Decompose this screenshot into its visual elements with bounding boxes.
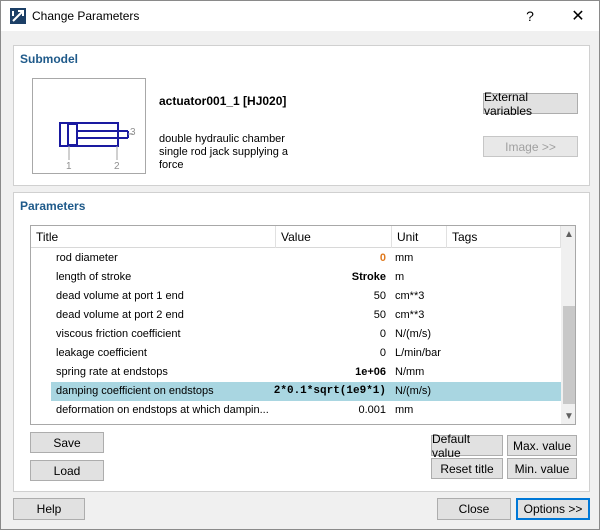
app-icon <box>10 8 26 24</box>
external-variables-button[interactable]: External variables <box>483 90 578 118</box>
table-row[interactable]: deformation on endstops at which dampin.… <box>51 401 561 420</box>
help-button[interactable]: Help <box>13 498 85 520</box>
row-unit: cm**3 <box>395 309 425 321</box>
row-unit: m <box>395 271 405 283</box>
column-header-title[interactable]: Title <box>31 226 276 248</box>
row-value[interactable]: Stroke <box>271 268 386 287</box>
scrollbar-thumb[interactable] <box>563 306 575 404</box>
submodel-group-title: Submodel <box>20 52 79 66</box>
close-icon[interactable]: ✕ <box>561 1 595 31</box>
max-value-button[interactable]: Max. value <box>507 435 577 456</box>
row-value[interactable]: 50 <box>271 287 386 306</box>
help-title-button[interactable]: ? <box>513 1 547 31</box>
row-unit: N/(m/s) <box>395 328 432 340</box>
submodel-description: double hydraulic chamber single rod jack… <box>159 133 289 171</box>
row-unit: L/min/bar <box>395 347 441 359</box>
table-row-selected[interactable]: damping coefficient on endstops 2*0.1*sq… <box>51 382 561 401</box>
row-title: damping coefficient on endstops <box>56 385 214 397</box>
scroll-up-icon[interactable]: ▲ <box>561 226 575 242</box>
row-title: dead volume at port 2 end <box>56 309 184 321</box>
parameters-group: Parameters Title Value Unit Tags rod dia… <box>13 192 590 492</box>
vertical-scrollbar[interactable]: ▲ ▼ <box>561 226 575 424</box>
reset-title-button[interactable]: Reset title <box>431 458 503 479</box>
window-title: Change Parameters <box>32 9 140 23</box>
row-title: length of stroke <box>56 271 132 283</box>
row-value[interactable]: 1e+06 <box>271 363 386 382</box>
row-title: rod diameter <box>56 252 118 264</box>
submodel-name: actuator001_1 [HJ020] <box>159 94 287 108</box>
row-value[interactable]: 0 <box>271 344 386 363</box>
submodel-group: Submodel 1 2 3 actuator001_1 [HJ020] dou… <box>13 45 590 186</box>
row-value[interactable]: 0.001 <box>271 401 386 420</box>
table-header: Title Value Unit Tags <box>31 226 561 248</box>
row-value[interactable]: 2*0.1*sqrt(1e9*1) <box>271 382 386 401</box>
row-value[interactable]: 50 <box>271 306 386 325</box>
image-button[interactable]: Image >> <box>483 136 578 157</box>
scroll-down-icon[interactable]: ▼ <box>561 408 575 424</box>
min-value-button[interactable]: Min. value <box>507 458 577 479</box>
parameters-group-title: Parameters <box>20 199 86 213</box>
change-parameters-dialog: Change Parameters ? ✕ Submodel 1 2 3 act… <box>0 0 600 530</box>
column-header-tags[interactable]: Tags <box>447 226 561 248</box>
row-title: spring rate at endstops <box>56 366 168 378</box>
default-value-button[interactable]: Default value <box>431 432 503 460</box>
row-unit: mm <box>395 404 414 416</box>
table-row[interactable]: dead volume at port 1 end 50 cm**3 <box>51 287 561 306</box>
row-title: dead volume at port 1 end <box>56 290 184 302</box>
port-3-label: 3 <box>130 127 136 138</box>
close-button[interactable]: Close <box>437 498 511 520</box>
column-header-unit[interactable]: Unit <box>392 226 447 248</box>
actuator-schematic-icon <box>59 122 133 160</box>
row-unit: mm <box>395 252 414 264</box>
table-row[interactable]: spring rate at endstops 1e+06 N/mm <box>51 363 561 382</box>
parameters-table: Title Value Unit Tags rod diameter 0 mm … <box>30 225 576 425</box>
table-row[interactable]: length of stroke Stroke m <box>51 268 561 287</box>
row-title: leakage coefficient <box>56 347 147 359</box>
column-header-value[interactable]: Value <box>276 226 392 248</box>
table-row[interactable]: viscous friction coefficient 0 N/(m/s) <box>51 325 561 344</box>
row-title: viscous friction coefficient <box>56 328 181 340</box>
row-value[interactable]: 0 <box>271 249 386 268</box>
table-row[interactable]: dead volume at port 2 end 50 cm**3 <box>51 306 561 325</box>
row-value[interactable]: 0 <box>271 325 386 344</box>
load-button[interactable]: Load <box>30 460 104 481</box>
port-2-label: 2 <box>114 161 120 172</box>
table-row[interactable]: leakage coefficient 0 L/min/bar <box>51 344 561 363</box>
row-unit: cm**3 <box>395 290 425 302</box>
submodel-preview: 1 2 3 <box>32 78 146 174</box>
table-row[interactable]: rod diameter 0 mm <box>51 249 561 268</box>
port-1-label: 1 <box>66 161 72 172</box>
title-bar: Change Parameters ? ✕ <box>1 1 599 31</box>
save-button[interactable]: Save <box>30 432 104 453</box>
row-unit: N/(m/s) <box>395 385 432 397</box>
options-button[interactable]: Options >> <box>516 498 590 520</box>
row-title: deformation on endstops at which dampin.… <box>56 404 269 416</box>
row-unit: N/mm <box>395 366 425 378</box>
